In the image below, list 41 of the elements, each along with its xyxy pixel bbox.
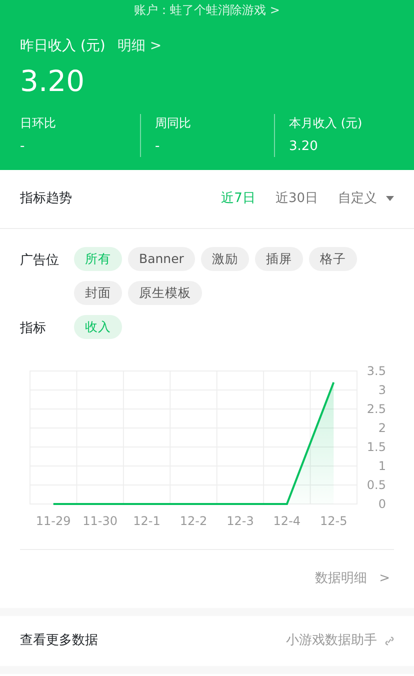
stat-value: 3.20 — [289, 138, 319, 156]
range-tab[interactable]: 近7日 — [221, 189, 256, 209]
date-range-dropdown[interactable]: 自定义 — [338, 189, 394, 209]
axis-label: 1.5 — [366, 440, 386, 454]
axis-label: 0.5 — [366, 478, 386, 492]
income-value: 3.20 — [20, 67, 86, 96]
link-icon — [385, 636, 394, 646]
axis-label: 1 — [378, 459, 386, 473]
filter-chip[interactable]: Banner — [128, 247, 195, 271]
chevron-text: > — [379, 570, 390, 588]
axis-label: 3.5 — [366, 364, 386, 378]
more-data-label: 查看更多数据 — [20, 632, 98, 650]
axis-label: 12-4 — [273, 514, 301, 528]
filter-chip[interactable]: 激励 — [200, 247, 249, 271]
axis-label: 2.5 — [366, 402, 386, 416]
filter-chip[interactable]: 格子 — [308, 247, 357, 271]
axis-label: 11-29 — [36, 514, 71, 528]
axis-label: 0 — [378, 497, 386, 511]
filter-label: 广告位 — [20, 252, 60, 270]
filter-label: 指标 — [20, 320, 47, 338]
axis-label: 12-5 — [320, 514, 348, 528]
section-title: 指标趋势 — [20, 190, 72, 208]
axis-label: 12-1 — [133, 514, 160, 528]
axis-label: 3 — [378, 383, 386, 397]
assistant-link[interactable]: 小游戏数据助手 — [286, 631, 377, 651]
stat-label: 周同比 — [155, 115, 192, 132]
stat-value: - — [155, 138, 161, 156]
stat-label: 日环比 — [20, 115, 57, 132]
axis-label: 2 — [378, 421, 386, 435]
filter-chip[interactable]: 原生模板 — [128, 281, 202, 305]
stat-label: 本月收入 (元) — [289, 115, 364, 132]
axis-label: 12-3 — [226, 514, 254, 528]
filter-chip[interactable]: 插屏 — [254, 247, 303, 271]
filter-chip[interactable]: 封面 — [74, 281, 122, 305]
range-tab[interactable]: 近30日 — [275, 189, 318, 209]
axis-label: 12-2 — [180, 514, 208, 528]
data-detail-link[interactable]: 数据明细 — [315, 569, 368, 589]
caret-icon — [386, 196, 394, 202]
income-title: 昨日收入 (元) — [20, 37, 106, 56]
stat-value: - — [20, 138, 26, 156]
axis-label: 11-30 — [82, 514, 118, 528]
